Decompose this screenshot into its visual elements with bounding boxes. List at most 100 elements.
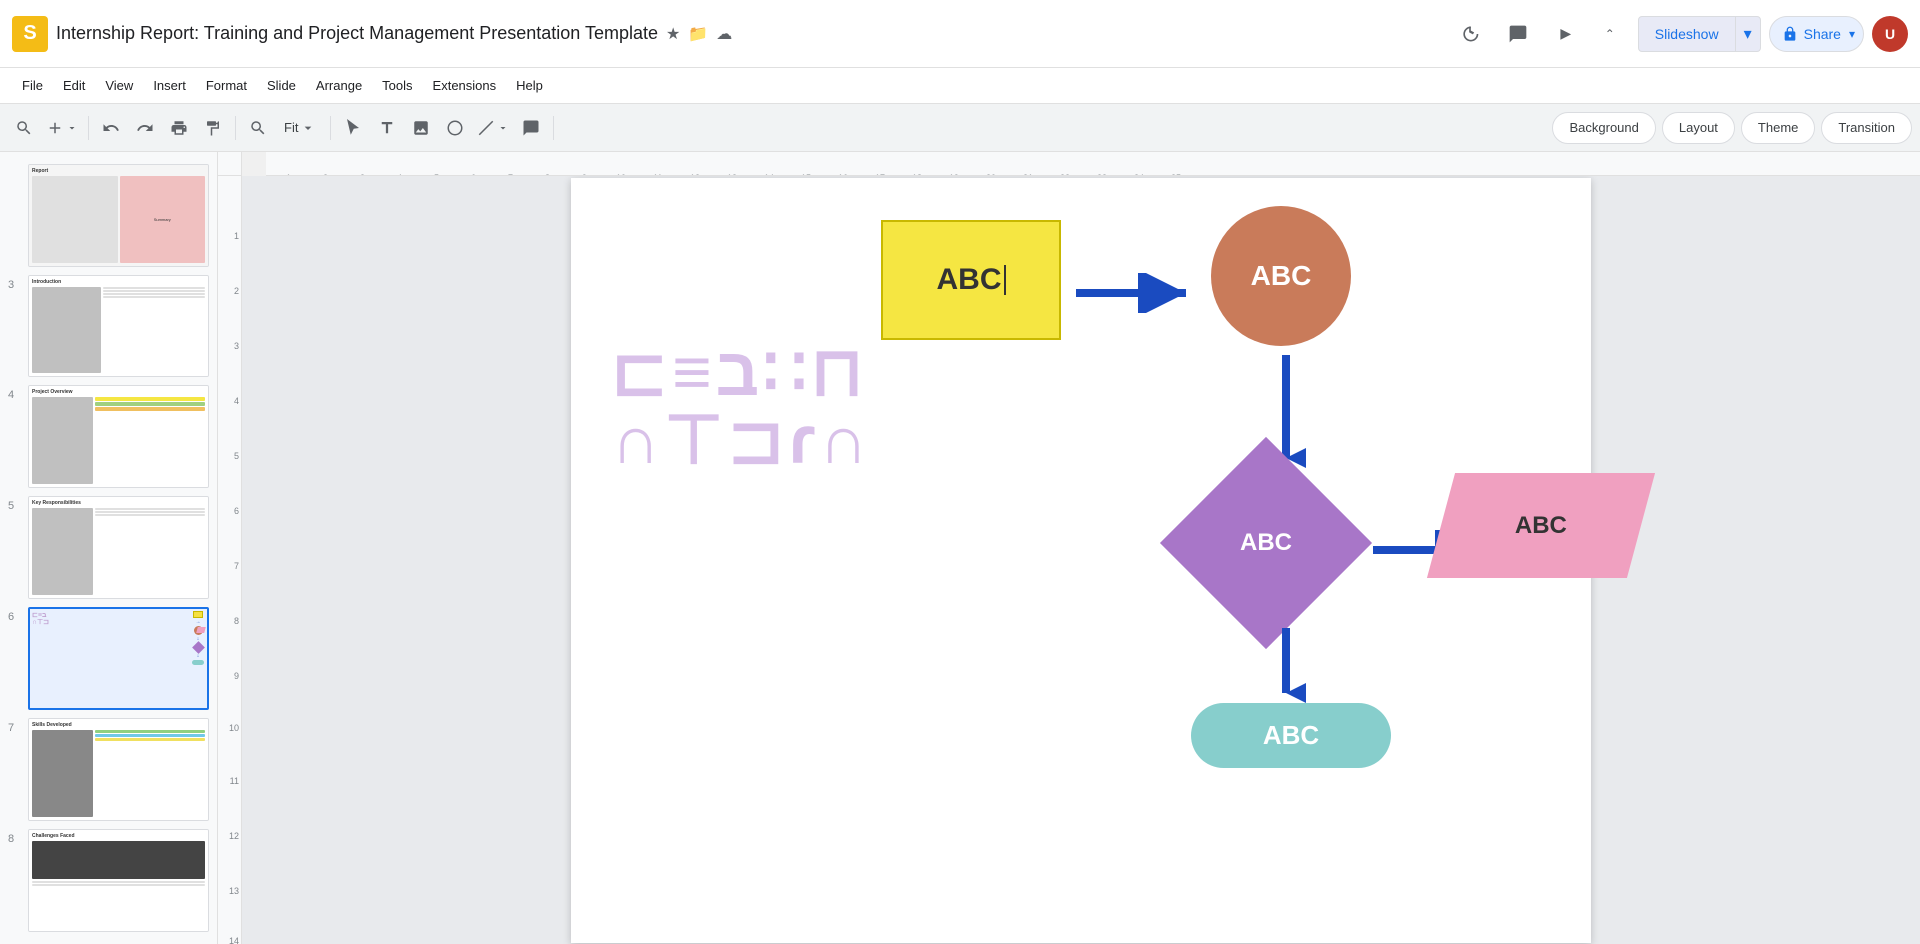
doc-title: Internship Report: Training and Project … bbox=[56, 23, 658, 44]
history-button[interactable] bbox=[1450, 14, 1490, 54]
slide-num-8: 8 bbox=[8, 829, 22, 845]
menu-view[interactable]: View bbox=[95, 72, 143, 100]
slideshow-button[interactable]: Slideshow ▾ bbox=[1638, 16, 1761, 52]
transition-button[interactable]: Transition bbox=[1821, 112, 1912, 144]
ruler-corner bbox=[218, 152, 242, 176]
slideshow-chevron-icon[interactable]: ▾ bbox=[1736, 17, 1760, 51]
ruler-area: 1 2 3 4 5 6 7 8 9 10 11 12 13 14 15 16 1 bbox=[218, 152, 1920, 944]
rounded-rect-text: ABC bbox=[1263, 720, 1319, 751]
undo-button[interactable] bbox=[95, 112, 127, 144]
comment-button[interactable] bbox=[1498, 14, 1538, 54]
slide-thumb-wrap-4: Project Overview bbox=[28, 385, 209, 488]
toolbar-context-buttons: Background Layout Theme Transition bbox=[1552, 112, 1912, 144]
circle-shape[interactable]: ABC bbox=[1211, 206, 1351, 346]
toolbar-sep-3 bbox=[330, 116, 331, 140]
arrow-right-1 bbox=[1071, 273, 1201, 318]
menu-slide[interactable]: Slide bbox=[257, 72, 306, 100]
share-chevron-icon[interactable]: ▾ bbox=[1845, 27, 1859, 41]
slide-thumb-6: ⊏≡ב∩⊤⊐ → ↓ ↓ bbox=[30, 609, 207, 709]
menu-extensions[interactable]: Extensions bbox=[423, 72, 507, 100]
slide-thumb-4: Project Overview bbox=[29, 386, 208, 487]
parallelogram-shape[interactable]: ABC bbox=[1427, 473, 1655, 578]
menu-file[interactable]: File bbox=[12, 72, 53, 100]
app-logo: S bbox=[12, 16, 48, 52]
slide-thumb-wrap-8: Challenges Faced bbox=[28, 829, 209, 932]
toolbar-sep-4 bbox=[553, 116, 554, 140]
rounded-rect-shape[interactable]: ABC bbox=[1191, 703, 1391, 768]
share-label: Share bbox=[1782, 26, 1841, 42]
print-button[interactable] bbox=[163, 112, 195, 144]
zoom-button[interactable] bbox=[242, 112, 274, 144]
slide-panel: Report Summary 3 Introduction bbox=[0, 152, 218, 944]
toolbar-sep-1 bbox=[88, 116, 89, 140]
slide-num-4: 4 bbox=[8, 385, 22, 401]
menu-tools[interactable]: Tools bbox=[372, 72, 422, 100]
yellow-rect-shape[interactable]: ABC bbox=[881, 220, 1061, 340]
slide-num-6: 6 bbox=[8, 607, 22, 623]
menu-insert[interactable]: Insert bbox=[143, 72, 196, 100]
slide-thumb-wrap-5: Key Responsibilities bbox=[28, 496, 209, 599]
slide-thumb-7: Skills Developed bbox=[29, 719, 208, 820]
shapes-tool-button[interactable] bbox=[439, 112, 471, 144]
folder-icon[interactable]: 📁 bbox=[688, 24, 708, 44]
cloud-icon[interactable]: ☁ bbox=[716, 24, 732, 44]
slide-item-4[interactable]: 4 Project Overview bbox=[0, 381, 217, 492]
add-slide-button[interactable] bbox=[42, 112, 82, 144]
arrow-down-2 bbox=[1266, 623, 1306, 708]
slide-num-3: 3 bbox=[8, 275, 22, 291]
slide-num-7: 7 bbox=[8, 718, 22, 734]
decorative-shapes: ⊏≡ב∷⊓ ∩⊤⊐ɾ∩ bbox=[611, 338, 872, 474]
horizontal-ruler: 1 2 3 4 5 6 7 8 9 10 11 12 13 14 15 16 1 bbox=[266, 152, 1920, 176]
slide-thumb-wrap-7: Skills Developed bbox=[28, 718, 209, 821]
fit-label: Fit bbox=[284, 120, 298, 135]
view-mode-group: ▶ ⌃ bbox=[1546, 14, 1630, 54]
layout-button[interactable]: Layout bbox=[1662, 112, 1735, 144]
expand-collapse-button[interactable]: ⌃ bbox=[1590, 14, 1630, 54]
theme-button[interactable]: Theme bbox=[1741, 112, 1815, 144]
slide-item-5[interactable]: 5 Key Responsibilities bbox=[0, 492, 217, 603]
slide-thumb-3: Introduction bbox=[29, 276, 208, 377]
canvas-area: ⊏≡ב∷⊓ ∩⊤⊐ɾ∩ ABC bbox=[242, 176, 1920, 944]
paint-format-button[interactable] bbox=[197, 112, 229, 144]
slide-thumb-8: Challenges Faced bbox=[29, 830, 208, 931]
menu-edit[interactable]: Edit bbox=[53, 72, 95, 100]
slide-thumb-wrap-6: ⊏≡ב∩⊤⊐ → ↓ ↓ bbox=[28, 607, 209, 711]
parallelogram-text: ABC bbox=[1515, 511, 1567, 539]
slide-num-5: 5 bbox=[8, 496, 22, 512]
search-button[interactable] bbox=[8, 112, 40, 144]
text-tool-button[interactable] bbox=[371, 112, 403, 144]
slide-item-3[interactable]: 3 Introduction bbox=[0, 271, 217, 382]
share-button[interactable]: Share ▾ bbox=[1769, 16, 1864, 52]
line-tool-button[interactable] bbox=[473, 112, 513, 144]
menu-format[interactable]: Format bbox=[196, 72, 257, 100]
background-button[interactable]: Background bbox=[1552, 112, 1655, 144]
slide-thumb-wrap-3: Introduction bbox=[28, 275, 209, 378]
slide-item-7[interactable]: 7 Skills Developed bbox=[0, 714, 217, 825]
cursor-tool-button[interactable] bbox=[337, 112, 369, 144]
slide-thumb-2: Report Summary bbox=[29, 165, 208, 266]
slideshow-label: Slideshow bbox=[1639, 17, 1736, 51]
menu-help[interactable]: Help bbox=[506, 72, 553, 100]
redo-button[interactable] bbox=[129, 112, 161, 144]
toolbar: Fit Background Layout Theme Transition bbox=[0, 104, 1920, 152]
yellow-rect-text: ABC bbox=[937, 263, 1002, 297]
menu-arrange[interactable]: Arrange bbox=[306, 72, 372, 100]
fit-zoom-button[interactable]: Fit bbox=[276, 112, 324, 144]
main-layout: Report Summary 3 Introduction bbox=[0, 152, 1920, 944]
slide-num-2 bbox=[8, 164, 22, 168]
comment-tool-button[interactable] bbox=[515, 112, 547, 144]
diamond-shape[interactable]: ABC bbox=[1160, 436, 1372, 648]
star-icon[interactable]: ★ bbox=[666, 24, 680, 44]
slide-thumb-wrap-2: Report Summary bbox=[28, 164, 209, 267]
present-view-button[interactable]: ▶ bbox=[1546, 14, 1586, 54]
slide-item-8[interactable]: 8 Challenges Faced bbox=[0, 825, 217, 936]
image-tool-button[interactable] bbox=[405, 112, 437, 144]
slide-item-2[interactable]: Report Summary bbox=[0, 160, 217, 271]
rulers-row: 1 2 3 4 5 6 7 8 9 10 11 12 13 14 15 16 1 bbox=[218, 152, 1920, 176]
title-area: Internship Report: Training and Project … bbox=[56, 23, 1442, 44]
slide-item-6[interactable]: 6 ⊏≡ב∩⊤⊐ → ↓ bbox=[0, 603, 217, 715]
top-right-area: ▶ ⌃ Slideshow ▾ Share ▾ U bbox=[1450, 14, 1908, 54]
slide-canvas[interactable]: ⊏≡ב∷⊓ ∩⊤⊐ɾ∩ ABC bbox=[571, 178, 1591, 943]
user-avatar[interactable]: U bbox=[1872, 16, 1908, 52]
toolbar-sep-2 bbox=[235, 116, 236, 140]
